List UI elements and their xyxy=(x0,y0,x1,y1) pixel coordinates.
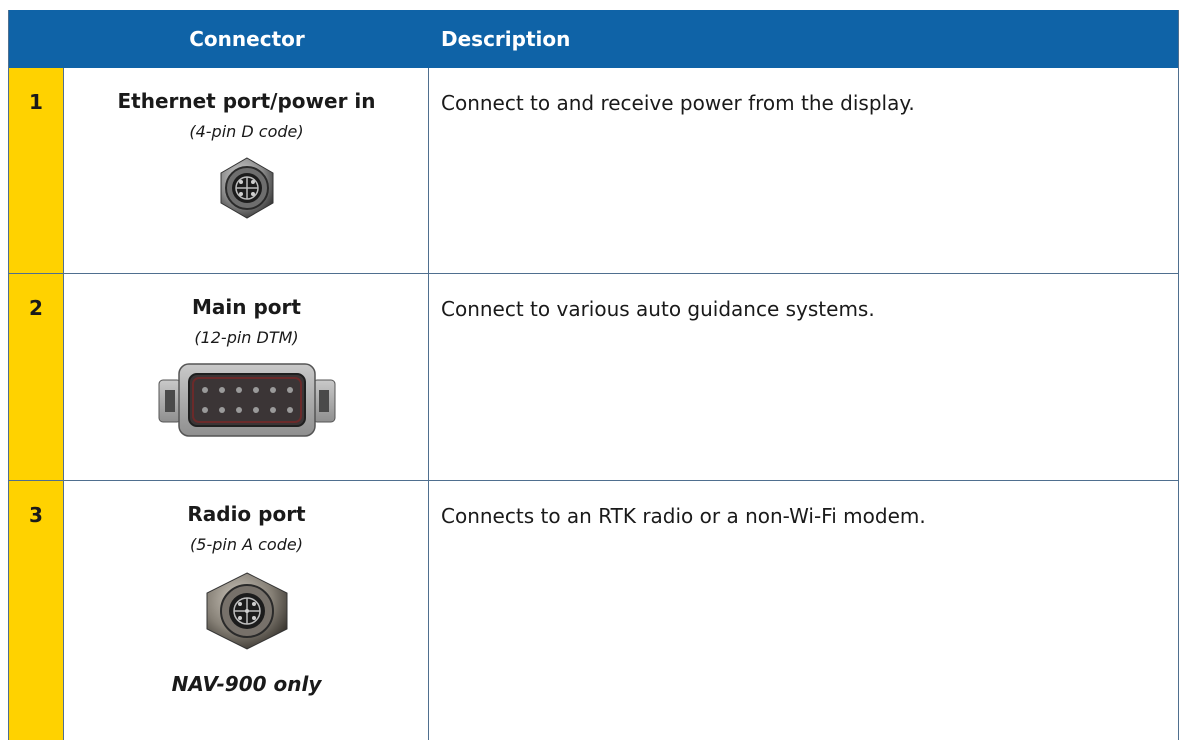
table-row: 1 Ethernet port/power in (4-pin D code) xyxy=(9,68,1178,274)
connector-cell: Radio port (5-pin A code) NAV-900 only xyxy=(65,481,429,740)
connector-name: Radio port xyxy=(187,502,306,526)
table-row: 3 Radio port (5-pin A code) NAV-900 only… xyxy=(9,481,1178,740)
connector-table: Connector Description 1 Ethernet port/po… xyxy=(8,10,1179,740)
connector-name: Ethernet port/power in xyxy=(117,89,376,113)
table-row: 2 Main port (12-pin DTM) Connect to vari… xyxy=(9,274,1178,481)
row-description: Connects to an RTK radio or a non-Wi-Fi … xyxy=(441,504,926,528)
connector-spec: (12-pin DTM) xyxy=(194,328,299,347)
round-connector-image xyxy=(206,572,287,650)
header-connector: Connector xyxy=(189,27,305,51)
row-description: Connect to and receive power from the di… xyxy=(441,91,915,115)
connector-note: NAV-900 only xyxy=(171,672,322,696)
rectangular-connector-image xyxy=(158,363,335,437)
connector-spec: (5-pin A code) xyxy=(190,535,303,554)
row-number: 3 xyxy=(9,481,64,740)
round-connector-image xyxy=(220,157,273,219)
row-number: 1 xyxy=(9,68,64,273)
connector-cell: Main port (12-pin DTM) xyxy=(65,274,429,480)
connector-cell: Ethernet port/power in (4-pin D code) xyxy=(65,68,429,273)
table-header: Connector Description xyxy=(9,10,1178,68)
header-description: Description xyxy=(441,27,571,51)
connector-name: Main port xyxy=(192,295,301,319)
connector-spec: (4-pin D code) xyxy=(189,122,304,141)
row-description: Connect to various auto guidance systems… xyxy=(441,297,875,321)
row-number: 2 xyxy=(9,274,64,480)
